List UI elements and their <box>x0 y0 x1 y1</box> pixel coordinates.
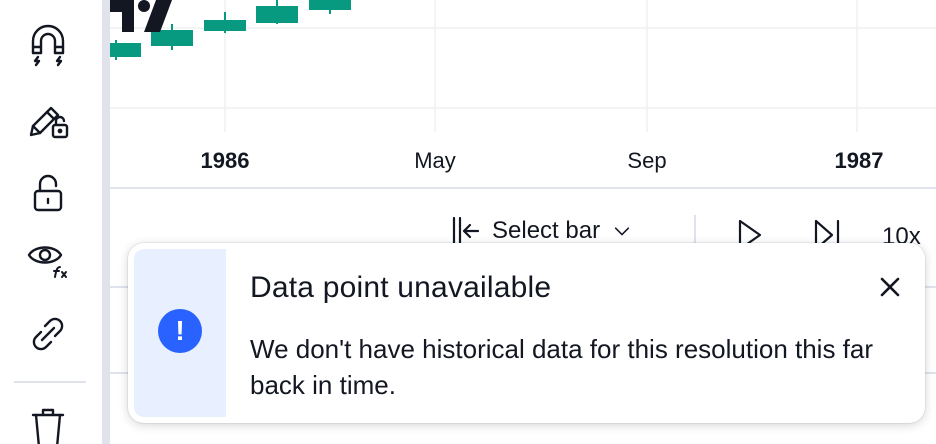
toast-notification: ! Data point unavailable We don't have h… <box>128 243 925 423</box>
toast-title: Data point unavailable <box>250 271 552 304</box>
tradingview-logo <box>110 0 172 32</box>
magnet-icon <box>31 24 65 67</box>
select-bar-label: Select bar <box>492 217 601 244</box>
lock-all-button[interactable] <box>22 166 74 218</box>
close-icon[interactable] <box>874 271 906 303</box>
time-axis-label: Sep <box>627 148 667 173</box>
grid-lines <box>110 0 936 132</box>
toolbar-separator <box>14 381 86 383</box>
eye-fx-icon <box>27 246 67 278</box>
candle <box>110 40 141 60</box>
time-axis-label: May <box>414 148 456 173</box>
time-axis-label: 1986 <box>200 148 250 173</box>
hide-indicators-button[interactable] <box>22 230 74 282</box>
unlock-icon <box>33 174 63 212</box>
trash-icon <box>31 408 65 444</box>
lock-drawings-icon <box>29 106 69 139</box>
lock-drawings-button[interactable] <box>22 92 74 144</box>
time-axis-label: 1987 <box>834 148 884 173</box>
link-icon <box>32 317 64 351</box>
candle <box>204 12 246 33</box>
toast-message: We don't have historical data for this r… <box>250 334 874 400</box>
chevron-down-icon <box>614 227 630 236</box>
candle <box>309 0 351 14</box>
candle <box>256 0 298 24</box>
info-exclamation-icon: ! <box>158 309 202 353</box>
left-drawing-toolbar <box>0 0 102 444</box>
remove-drawings-button[interactable] <box>22 400 74 444</box>
time-axis[interactable]: 1986 May Sep 1987 <box>110 132 936 188</box>
toolbar-divider[interactable] <box>102 0 110 444</box>
magnet-button[interactable] <box>22 20 74 72</box>
sync-drawings-button[interactable] <box>22 308 74 360</box>
